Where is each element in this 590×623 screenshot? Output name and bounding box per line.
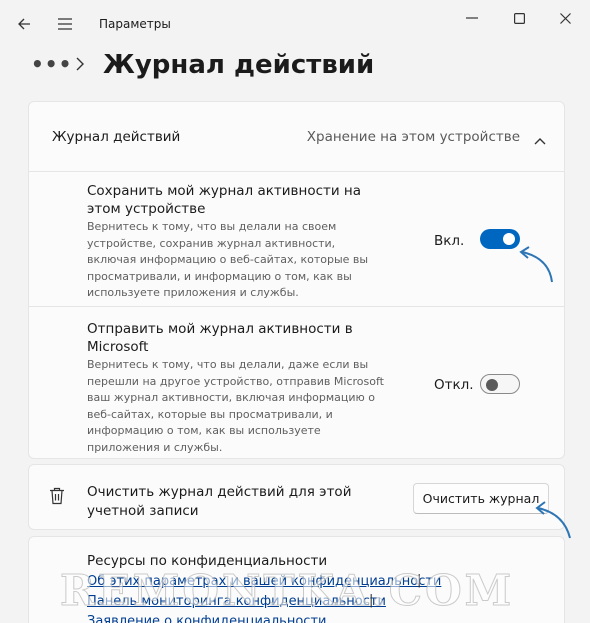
send-history-description: Вернитесь к тому, что вы делали, даже ес… — [87, 358, 384, 454]
maximize-icon[interactable] — [504, 8, 534, 28]
save-history-description: Вернитесь к тому, что вы делали на своем… — [87, 220, 369, 299]
toggle-knob — [486, 379, 498, 391]
chevron-up-icon[interactable] — [534, 130, 546, 149]
back-arrow-icon[interactable] — [12, 12, 36, 36]
privacy-resources-title: Ресурсы по конфиденциальности — [87, 553, 328, 569]
divider — [29, 306, 564, 307]
annotation-arrow-icon — [535, 501, 571, 539]
minimize-icon[interactable] — [457, 8, 487, 28]
save-history-toggle-label: Вкл. — [434, 233, 465, 249]
app-title: Параметры — [99, 17, 171, 31]
clear-history-card: Очистить журнал действий для этой учетно… — [28, 464, 565, 530]
save-history-title: Сохранить мой журнал активности на этом … — [87, 183, 362, 217]
privacy-dashboard-link[interactable]: Панель мониторинга конфиденциальности — [87, 594, 386, 609]
link-separator: | — [417, 573, 422, 588]
activity-history-card: Журнал действий Хранение на этом устройс… — [28, 101, 565, 459]
divider — [29, 171, 564, 172]
privacy-statement-link[interactable]: Заявление о конфиденциальности — [87, 614, 326, 623]
send-history-title: Отправить мой журнал активности в Micros… — [87, 321, 353, 355]
title-bar: Параметры — [0, 0, 590, 46]
section-header-label: Журнал действий — [52, 129, 181, 145]
link-separator: | — [369, 593, 374, 608]
page-title: Журнал действий — [103, 50, 375, 80]
clear-history-text: Очистить журнал действий для этой учетно… — [87, 484, 352, 519]
send-history-toggle[interactable] — [480, 374, 520, 394]
annotation-arrow-icon — [519, 246, 553, 283]
hamburger-menu-icon[interactable] — [53, 12, 77, 36]
breadcrumb: ••• Журнал действий — [31, 48, 571, 88]
chevron-right-icon — [76, 56, 84, 75]
section-header-value: Хранение на этом устройстве — [306, 129, 520, 145]
privacy-resources-card: Ресурсы по конфиденциальности Об этих па… — [28, 536, 565, 623]
privacy-settings-link[interactable]: Об этих параметрах и вашей конфиденциаль… — [87, 574, 441, 589]
trash-icon — [49, 487, 65, 509]
send-history-toggle-label: Откл. — [434, 377, 474, 393]
close-icon[interactable] — [550, 8, 580, 28]
activity-section-header[interactable]: Журнал действий Хранение на этом устройс… — [29, 102, 564, 172]
breadcrumb-ellipsis-button[interactable]: ••• — [31, 52, 72, 76]
